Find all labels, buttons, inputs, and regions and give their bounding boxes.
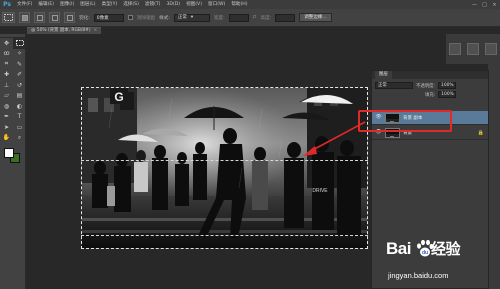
tool-grid: ✥ ꝏ ✧ ⌗ ✎ ✚ ✐ ⊥ ↺ ▱ ▤ ◍ ◐ ✒ T ➤ ▭ ✋ ⌕: [0, 38, 26, 144]
shop-text: DRIVE: [312, 188, 328, 194]
options-bar: 羽化: 0像素 消除锯齿 样式: 正常 ▾ 宽度: ⇄ 高度: 调整边缘...: [0, 9, 500, 27]
lock-icon: 🔒: [477, 129, 484, 136]
opacity-input[interactable]: 100%: [438, 82, 457, 89]
marquee-preset-icon[interactable]: [2, 12, 15, 23]
minimize-button[interactable]: —: [471, 2, 478, 8]
add-selection-icon[interactable]: [34, 12, 45, 23]
foreground-color-swatch[interactable]: [4, 148, 14, 158]
antialias-checkbox[interactable]: [127, 15, 133, 20]
svg-text:du: du: [422, 250, 428, 256]
zoom-icon[interactable]: ⌕: [13, 133, 26, 144]
healing-icon[interactable]: ✚: [0, 70, 13, 81]
annotation-arrow: [303, 121, 366, 156]
photoshop-window: Ps 文件(F) 编辑(E) 图像(I) 图层(L) 类型(Y) 选择(S) 滤…: [0, 0, 500, 289]
menu-bar: Ps 文件(F) 编辑(E) 图像(I) 图层(L) 类型(Y) 选择(S) 滤…: [0, 0, 500, 9]
feather-input[interactable]: 0像素: [93, 13, 124, 22]
info-panel-icon[interactable]: [485, 43, 497, 55]
menu-type[interactable]: 类型(Y): [99, 0, 121, 9]
baidu-watermark: Bai 经验 du jingyan.baidu.com: [386, 238, 498, 288]
menu-edit[interactable]: 编辑(E): [35, 0, 57, 9]
fill-label: 填充:: [425, 92, 436, 98]
histogram-panel-icon[interactable]: [467, 43, 479, 55]
baidu-paw-icon: du: [417, 239, 434, 257]
window-controls: — □ ×: [471, 0, 498, 9]
path-select-icon[interactable]: ➤: [0, 122, 13, 133]
menu-3d[interactable]: 3D(D): [163, 0, 183, 9]
sign-letter: G: [114, 90, 123, 104]
menu-select[interactable]: 选择(S): [120, 0, 142, 9]
opacity-label: 不透明度:: [416, 83, 436, 89]
watermark-url: jingyan.baidu.com: [388, 271, 449, 280]
panel-dock: [446, 34, 500, 64]
menu-filter[interactable]: 滤镜(T): [142, 0, 164, 9]
dodge-icon[interactable]: ◐: [13, 101, 26, 112]
blur-icon[interactable]: ◍: [0, 101, 13, 112]
gradient-icon[interactable]: ▤: [13, 91, 26, 102]
width-input[interactable]: [228, 13, 249, 22]
style-label: 样式:: [159, 15, 170, 21]
close-tab-icon[interactable]: ×: [94, 28, 98, 33]
width-label: 宽度:: [213, 15, 225, 21]
history-brush-icon[interactable]: ↺: [13, 80, 26, 91]
refine-edge-button[interactable]: 调整边缘...: [299, 13, 332, 22]
navigator-panel-icon[interactable]: [449, 43, 461, 55]
eraser-icon[interactable]: ▱: [0, 91, 13, 102]
blend-opacity-row: 正常 不透明度: 100%: [372, 81, 488, 90]
swap-icon[interactable]: ⇄: [253, 15, 257, 20]
crop-icon[interactable]: ⌗: [0, 59, 13, 70]
move-icon[interactable]: ✥: [0, 38, 13, 49]
color-swatches: [0, 143, 26, 167]
maximize-button[interactable]: □: [481, 2, 488, 8]
selection-guide-lower: [81, 235, 368, 236]
style-select[interactable]: 正常 ▾: [173, 13, 210, 22]
shape-icon[interactable]: ▭: [13, 122, 26, 133]
marquee-icon[interactable]: [13, 38, 26, 49]
type-icon[interactable]: T: [13, 112, 26, 123]
eyedropper-icon[interactable]: ✎: [13, 59, 26, 70]
document-tab-title: @ 50% (背景 副本, RGB/8#): [31, 28, 91, 33]
menu-help[interactable]: 帮助(H): [228, 0, 250, 9]
fill-input[interactable]: 100%: [438, 91, 457, 98]
stamp-icon[interactable]: ⊥: [0, 80, 13, 91]
document-image[interactable]: G DRIVE: [82, 88, 367, 248]
intersect-selection-icon[interactable]: [64, 12, 75, 23]
height-input[interactable]: [275, 13, 296, 22]
layers-panel-header: 图层: [372, 71, 488, 79]
brush-icon[interactable]: ✐: [13, 70, 26, 81]
tools-panel: ✥ ꝏ ✧ ⌗ ✎ ✚ ✐ ⊥ ↺ ▱ ▤ ◍ ◐ ✒ T ➤ ▭ ✋ ⌕: [0, 34, 26, 289]
close-window-button[interactable]: ×: [491, 2, 498, 8]
new-selection-icon[interactable]: [19, 12, 30, 23]
blend-mode-select[interactable]: 正常: [375, 82, 413, 89]
lasso-icon[interactable]: ꝏ: [0, 49, 13, 60]
street-photo: G DRIVE: [82, 88, 367, 248]
fill-row: 填充: 100%: [372, 90, 488, 99]
chevron-down-icon: ▾: [190, 15, 194, 20]
menu-window[interactable]: 窗口(W): [205, 0, 228, 9]
antialias-label: 消除锯齿: [136, 15, 156, 21]
layers-tab[interactable]: 图层: [375, 71, 392, 79]
app-logo: Ps: [3, 1, 11, 8]
subtract-selection-icon[interactable]: [49, 12, 60, 23]
height-label: 高度:: [260, 15, 272, 21]
pen-icon[interactable]: ✒: [0, 112, 13, 123]
menu-view[interactable]: 视图(V): [183, 0, 205, 9]
document-tab[interactable]: @ 50% (背景 副本, RGB/8#) ×: [27, 27, 102, 34]
magic-wand-icon[interactable]: ✧: [13, 49, 26, 60]
hand-icon[interactable]: ✋: [0, 133, 13, 144]
style-value: 正常: [177, 15, 187, 20]
menu-file[interactable]: 文件(F): [14, 0, 35, 9]
menu-layer[interactable]: 图层(L): [77, 0, 98, 9]
menu-image[interactable]: 图像(I): [57, 0, 77, 9]
feather-label: 羽化:: [79, 15, 90, 21]
